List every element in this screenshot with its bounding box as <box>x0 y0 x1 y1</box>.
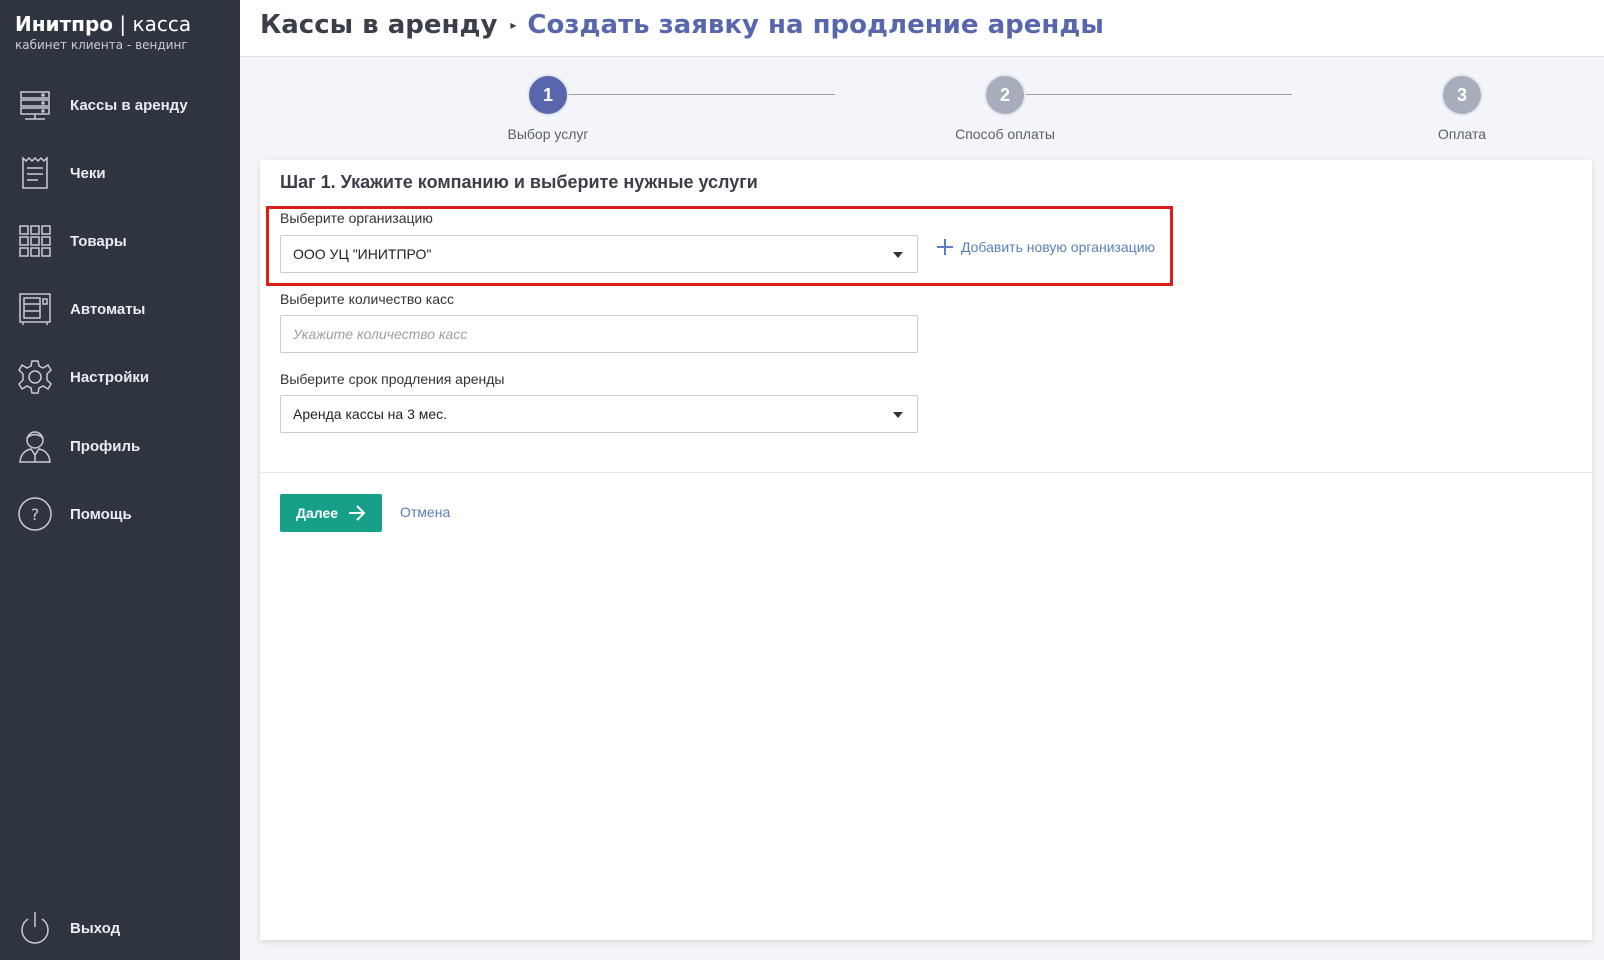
cancel-link[interactable]: Отмена <box>400 504 450 520</box>
divider <box>260 472 1592 473</box>
arrow-right-icon <box>348 505 366 521</box>
step-label: Выбор услуг <box>507 126 589 142</box>
brand-separator: | <box>113 12 133 36</box>
step-number: 1 <box>527 74 569 116</box>
receipt-icon <box>16 154 54 192</box>
step-3: 3 Оплата <box>1382 74 1542 142</box>
sidebar-item-label: Кассы в аренду <box>70 96 188 114</box>
sidebar-item-label: Настройки <box>70 368 150 386</box>
help-icon: ? <box>16 495 54 533</box>
page-title: Создать заявку на продление аренды <box>527 10 1104 40</box>
term-select[interactable]: Аренда кассы на 3 мес. <box>280 395 918 433</box>
brand: Инитпро | касса кабинет клиента - вендин… <box>15 12 191 52</box>
sidebar-item-vending-machines[interactable]: Автоматы <box>0 284 240 334</box>
svg-text:?: ? <box>31 505 40 524</box>
form-title: Шаг 1. Укажите компанию и выберите нужны… <box>280 172 758 192</box>
quantity-label: Выберите количество касс <box>280 291 455 307</box>
brand-title: Инитпро | касса <box>15 12 191 36</box>
step-label: Способ оплаты <box>955 126 1055 142</box>
grid-icon <box>16 222 54 260</box>
server-rack-icon <box>16 86 54 124</box>
sidebar-item-rent-kkt[interactable]: Кассы в аренду <box>0 80 240 130</box>
sidebar-item-label: Чеки <box>70 164 106 182</box>
stepper: 1 Выбор услуг 2 Способ оплаты 3 Оплата <box>240 57 1604 160</box>
vending-machine-icon <box>16 290 54 328</box>
next-button-label: Далее <box>295 505 339 521</box>
logout-button[interactable]: Выход <box>0 903 240 953</box>
quantity-input[interactable] <box>281 316 917 352</box>
sidebar-item-label: Товары <box>70 232 127 250</box>
sidebar-item-label: Автоматы <box>70 300 146 318</box>
page-header: Кассы в аренду ▸ Создать заявку на продл… <box>240 0 1604 57</box>
user-icon <box>16 427 54 465</box>
sidebar: Инитпро | касса кабинет клиента - вендин… <box>0 0 240 960</box>
sidebar-item-goods[interactable]: Товары <box>0 216 240 266</box>
sidebar-item-receipts[interactable]: Чеки <box>0 148 240 198</box>
step-number: 3 <box>1441 74 1483 116</box>
brand-product: касса <box>132 12 192 36</box>
breadcrumb-root[interactable]: Кассы в аренду <box>260 10 497 40</box>
term-value: Аренда кассы на 3 мес. <box>293 406 448 422</box>
term-label: Выберите срок продления аренды <box>280 371 505 387</box>
step-number: 2 <box>984 74 1026 116</box>
brand-subtitle: кабинет клиента - вендинг <box>15 38 188 52</box>
breadcrumb: Кассы в аренду ▸ Создать заявку на продл… <box>260 10 1104 40</box>
brand-name: Инитпро <box>15 12 114 36</box>
highlight-frame <box>266 206 1173 286</box>
logout-label: Выход <box>70 919 121 937</box>
caret-down-icon <box>893 412 903 418</box>
next-button[interactable]: Далее <box>280 494 382 532</box>
sidebar-item-settings[interactable]: Настройки <box>0 352 240 402</box>
quantity-field[interactable] <box>280 315 918 353</box>
sidebar-item-label: Профиль <box>70 437 141 455</box>
step-2: 2 Способ оплаты <box>925 74 1085 142</box>
sidebar-item-label: Помощь <box>70 505 132 523</box>
power-icon <box>16 909 54 947</box>
gear-icon <box>16 358 54 396</box>
form-card: Шаг 1. Укажите компанию и выберите нужны… <box>260 160 1592 940</box>
sidebar-item-help[interactable]: ? Помощь <box>0 489 240 539</box>
step-label: Оплата <box>1437 126 1487 142</box>
breadcrumb-separator-icon: ▸ <box>510 18 517 32</box>
step-1: 1 Выбор услуг <box>468 74 628 142</box>
sidebar-item-profile[interactable]: Профиль <box>0 421 240 471</box>
